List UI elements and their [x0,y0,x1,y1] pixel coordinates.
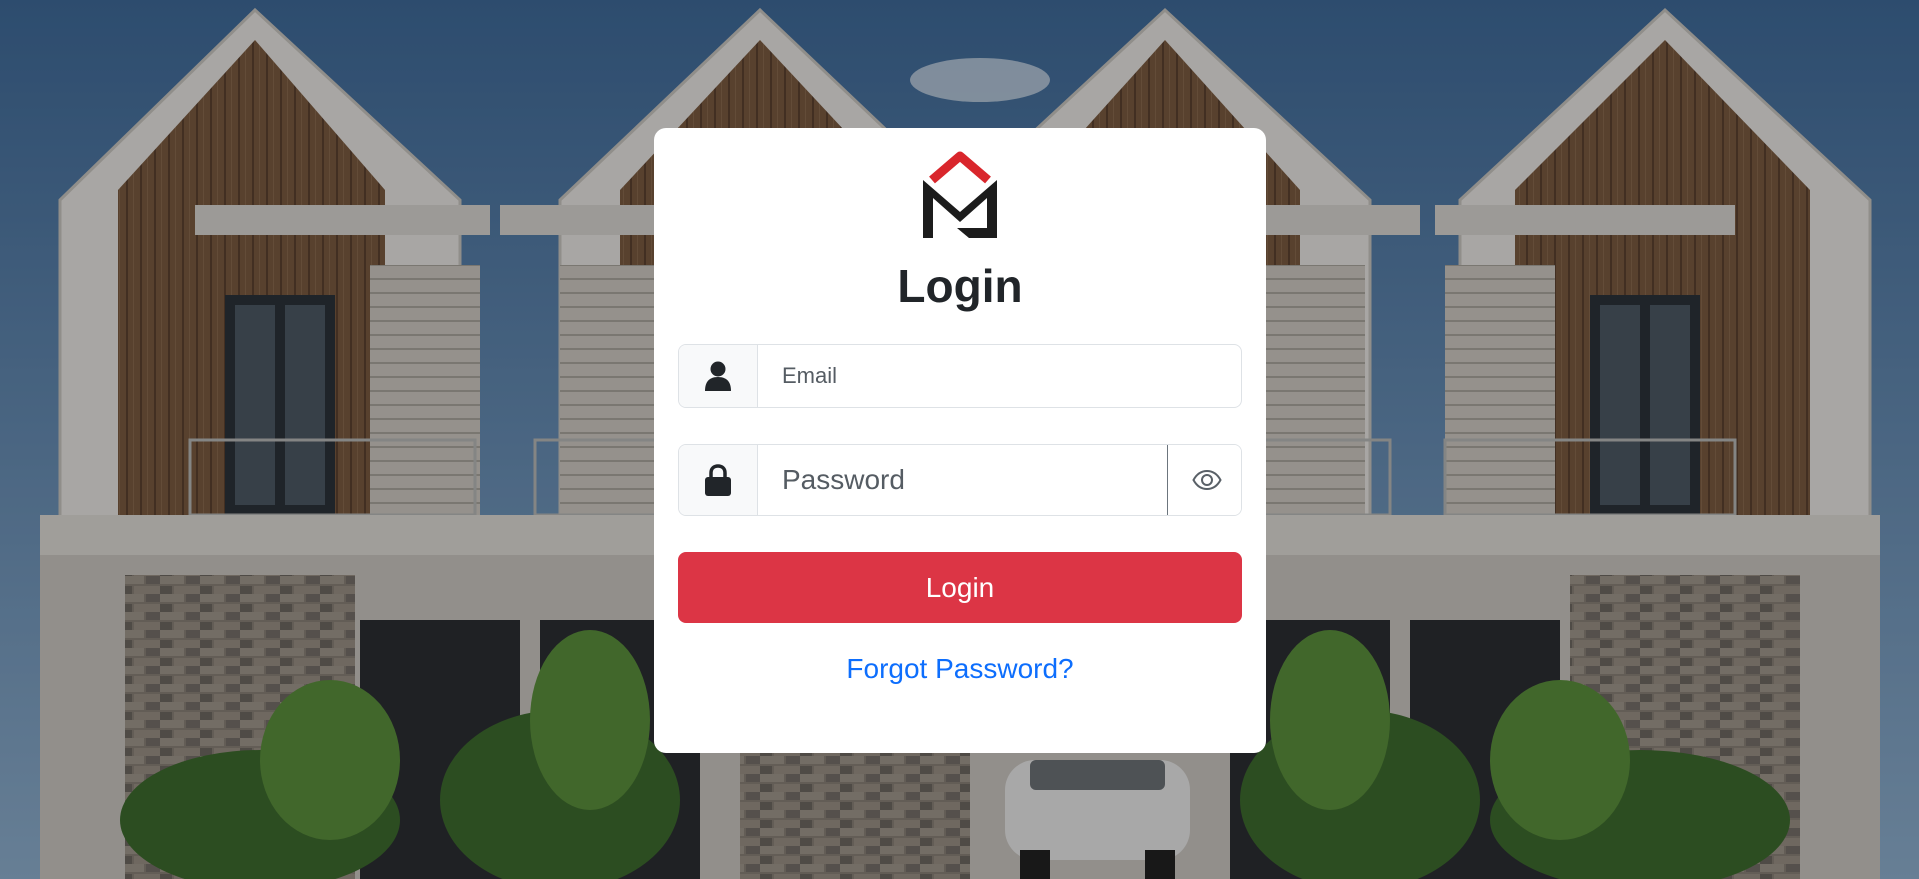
password-field[interactable] [758,445,1167,515]
user-icon [679,345,758,407]
email-input-group [678,344,1242,408]
login-button[interactable]: Login [678,552,1242,623]
password-input-group [678,444,1242,516]
house-envelope-logo [923,151,997,238]
eye-icon [1191,470,1222,490]
login-page: Login Email Login Forgot Password? [0,0,1919,879]
forgot-password-link[interactable]: Forgot Password? [678,653,1242,685]
login-title: Login [897,260,1023,312]
lock-icon [679,445,758,515]
email-field[interactable] [758,345,1241,407]
login-card: Login Email Login Forgot Password? [654,128,1266,753]
show-password-button[interactable] [1167,445,1241,515]
